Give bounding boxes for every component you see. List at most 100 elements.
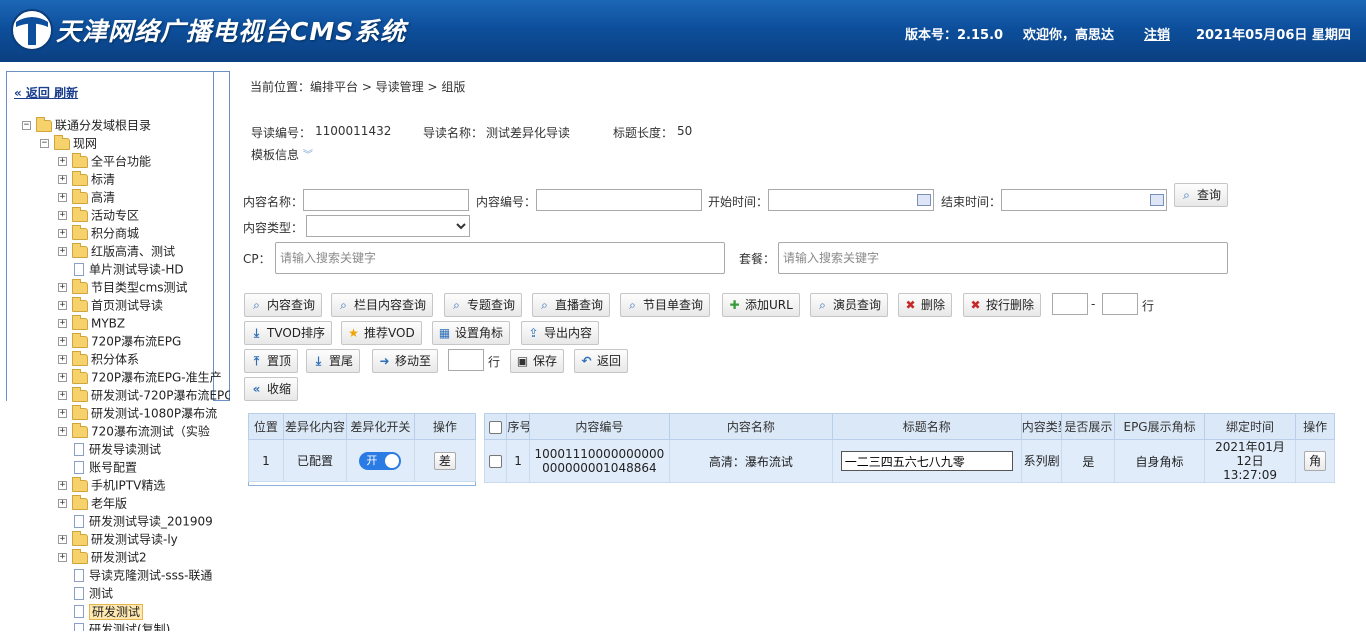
tree-node[interactable]: 测试 xyxy=(58,584,113,602)
start-time-label: 开始时间： xyxy=(708,195,769,209)
expand-icon[interactable]: + xyxy=(58,355,67,364)
template-info-toggle[interactable]: 模板信息 ︾ xyxy=(251,146,313,163)
tree-node[interactable]: 研发测试导读_201909 xyxy=(58,512,213,530)
tree-node[interactable]: + 积分体系 xyxy=(58,350,139,368)
move-to-row-input[interactable] xyxy=(448,349,484,371)
content-name-input[interactable] xyxy=(303,189,469,211)
query-button[interactable]: ⌕ 查询 xyxy=(1174,183,1229,207)
tree-node-label: 研发测试导读-ly xyxy=(91,532,178,547)
tree-node[interactable]: +720P瀑布流EPG xyxy=(58,332,181,350)
row-checkbox[interactable] xyxy=(489,455,503,468)
select-all-checkbox[interactable] xyxy=(489,420,503,434)
title-length-label: 标题长度： xyxy=(613,126,674,140)
calendar-icon[interactable] xyxy=(1150,194,1164,206)
tree-node[interactable]: 账号配置 xyxy=(58,458,137,476)
添加url-button[interactable]: ✚ 添加URL xyxy=(722,293,800,317)
back-link[interactable]: « 返回 xyxy=(14,86,50,100)
tree-node[interactable]: 研发测试 xyxy=(58,602,144,620)
table-row[interactable]: 1 已配置 开 差 xyxy=(248,439,477,482)
content-code-input[interactable] xyxy=(536,189,702,211)
tree-node[interactable]: + 高清 xyxy=(58,188,115,206)
set-badge-button[interactable]: 角 xyxy=(1304,451,1327,471)
collapse-icon[interactable]: − xyxy=(22,121,31,130)
tree-node[interactable]: +720瀑布流测试（实验 xyxy=(58,422,210,440)
tree-node[interactable]: 研发导读测试 xyxy=(58,440,161,458)
save-button[interactable]: ▣ 保存 xyxy=(510,349,565,373)
diff-switch-cell: 开 xyxy=(346,439,415,482)
推荐vod-button[interactable]: ★ 推荐VOD xyxy=(341,321,422,345)
collapse-button[interactable]: «收缩 xyxy=(244,377,299,401)
导出内容-button[interactable]: ⇪ 导出内容 xyxy=(521,321,600,345)
演员查询-button[interactable]: ⌕ 演员查询 xyxy=(810,293,889,317)
diff-switch-toggle[interactable]: 开 xyxy=(359,451,402,470)
delete-from-row-input[interactable] xyxy=(1052,293,1088,315)
logout-link[interactable]: 注销 xyxy=(1144,24,1170,43)
tree-node[interactable]: + 积分商城 xyxy=(58,224,139,242)
栏目内容查询-button[interactable]: ⌕ 栏目内容查询 xyxy=(331,293,434,317)
删除-button[interactable]: ✖ 删除 xyxy=(898,293,953,317)
title-name-input[interactable] xyxy=(840,451,1013,471)
expand-icon[interactable]: + xyxy=(58,373,67,382)
tree-node[interactable]: + 活动专区 xyxy=(58,206,139,224)
tree-node[interactable]: 研发测试(复制) xyxy=(58,620,170,631)
tree-node[interactable]: + 节目类型cms测试 xyxy=(58,278,188,296)
expand-icon[interactable]: + xyxy=(58,427,67,436)
tree-node[interactable]: + 研发测试导读-ly xyxy=(58,530,178,548)
table-row[interactable]: 1 10001110000000000000000001048864 高清：瀑布流试… xyxy=(483,439,1335,483)
expand-icon[interactable]: + xyxy=(58,175,67,184)
tvod排序-button[interactable]: ⤓ TVOD排序 xyxy=(244,321,333,345)
document-icon xyxy=(74,569,84,582)
cp-search-input[interactable] xyxy=(275,242,725,274)
专题查询-button[interactable]: ⌕ 专题查询 xyxy=(444,293,523,317)
tree-node[interactable]: 导读克隆测试-sss-联通 xyxy=(58,566,212,584)
expand-icon[interactable]: + xyxy=(58,499,67,508)
设置角标-button[interactable]: ▦ 设置角标 xyxy=(432,321,511,345)
expand-icon[interactable]: + xyxy=(58,247,67,256)
tree-node[interactable]: + 老年版 xyxy=(58,494,127,512)
移动至-button[interactable]: ➜ 移动至 xyxy=(372,349,439,373)
collapse-icon[interactable]: − xyxy=(40,139,49,148)
expand-icon[interactable]: + xyxy=(58,337,67,346)
tree-node[interactable]: + 研发测试-1080P瀑布流 xyxy=(58,404,217,422)
tree-node[interactable]: + 研发测试2 xyxy=(58,548,147,566)
置尾-button[interactable]: ⤓ 置尾 xyxy=(306,349,361,373)
expand-icon[interactable]: + xyxy=(58,211,67,220)
expand-icon[interactable]: + xyxy=(58,193,67,202)
diff-config-button[interactable]: 差 xyxy=(433,451,456,470)
直播查询-button[interactable]: ⌕ 直播查询 xyxy=(532,293,611,317)
tree-node[interactable]: 单片测试导读-HD xyxy=(58,260,184,278)
内容查询-button[interactable]: ⌕ 内容查询 xyxy=(244,293,323,317)
置顶-button[interactable]: ⤒ 置顶 xyxy=(244,349,299,373)
content-type-select[interactable] xyxy=(306,215,470,237)
按行删除-button[interactable]: ✖ 按行删除 xyxy=(963,293,1042,317)
tree-node[interactable]: − 现网 xyxy=(40,134,97,152)
tree-node[interactable]: + 首页测试导读 xyxy=(58,296,163,314)
back-button[interactable]: ↶ 返回 xyxy=(574,349,629,373)
delete-to-row-input[interactable] xyxy=(1102,293,1138,315)
end-time-input[interactable] xyxy=(1001,189,1167,211)
expand-icon[interactable]: + xyxy=(58,301,67,310)
tree-node[interactable]: + 手机IPTV精选 xyxy=(58,476,165,494)
expand-icon[interactable]: + xyxy=(58,319,67,328)
sidebar-scroll-edge[interactable] xyxy=(213,71,230,401)
expand-icon[interactable]: + xyxy=(58,391,67,400)
start-time-input[interactable] xyxy=(768,189,934,211)
expand-icon[interactable]: + xyxy=(58,283,67,292)
tree-node[interactable]: + 全平台功能 xyxy=(58,152,151,170)
expand-icon[interactable]: + xyxy=(58,229,67,238)
tree-node[interactable]: + MYBZ xyxy=(58,314,125,332)
refresh-link[interactable]: 刷新 xyxy=(54,86,78,100)
节目单查询-button[interactable]: ⌕ 节目单查询 xyxy=(620,293,711,317)
expand-icon[interactable]: + xyxy=(58,481,67,490)
tree-node[interactable]: + 红版高清、测试 xyxy=(58,242,175,260)
expand-icon[interactable]: + xyxy=(58,409,67,418)
package-search-input[interactable] xyxy=(778,242,1228,274)
expand-icon[interactable]: + xyxy=(58,553,67,562)
tree-node[interactable]: + 标清 xyxy=(58,170,115,188)
calendar-icon[interactable] xyxy=(917,194,931,206)
expand-icon[interactable]: + xyxy=(58,157,67,166)
expand-icon[interactable]: + xyxy=(58,535,67,544)
tree-node[interactable]: − 联通分发域根目录 xyxy=(22,116,151,134)
tree-node[interactable]: +720P瀑布流EPG-准生产 xyxy=(58,368,222,386)
tree-node[interactable]: + 研发测试-720P瀑布流EPG xyxy=(58,386,230,404)
